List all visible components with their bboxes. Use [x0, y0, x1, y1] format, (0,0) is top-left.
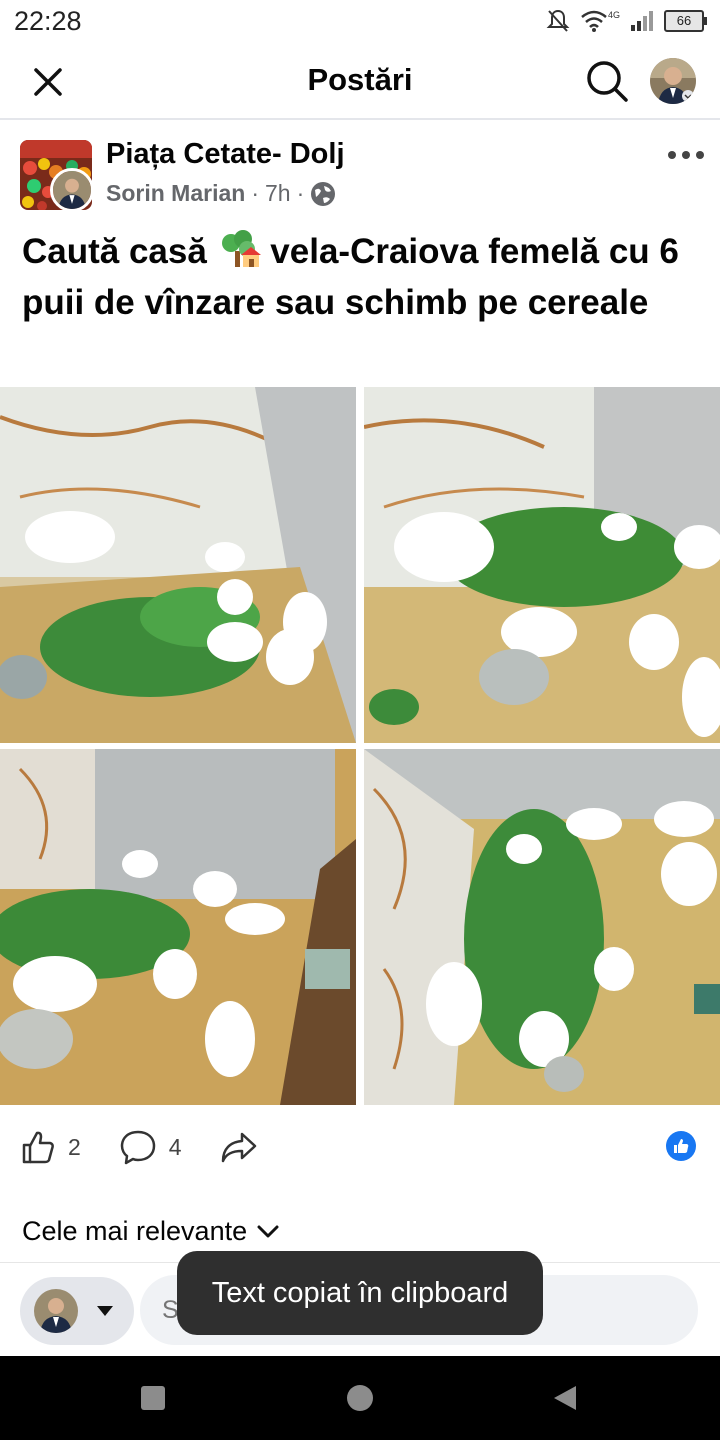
post-text-part1: Caută casă [22, 232, 207, 271]
profile-avatar[interactable] [650, 58, 696, 104]
meta-separator: · [251, 180, 259, 206]
like-count: 2 [68, 1133, 81, 1160]
wifi-icon [581, 10, 607, 32]
mute-icon [546, 9, 570, 32]
like-button[interactable]: 2 [20, 1129, 81, 1165]
avatar [34, 1289, 78, 1333]
sort-label: Cele mai relevante [22, 1216, 248, 1246]
status-time: 22:28 [14, 6, 82, 36]
post-photo-3[interactable] [0, 749, 356, 1105]
battery-icon: 66 [664, 10, 707, 32]
home-button[interactable] [347, 1385, 373, 1411]
status-icons: 4G 66 [546, 8, 707, 34]
comment-icon [120, 1130, 156, 1165]
post-text: Caută casă vela-Craiova femelă cu 6 puii… [22, 226, 708, 328]
comment-button[interactable]: 4 [119, 1129, 182, 1165]
like-icon [22, 1131, 54, 1164]
post-photo-1[interactable] [0, 387, 356, 743]
comments-sort-dropdown[interactable]: Cele mai relevante [22, 1216, 279, 1247]
group-name[interactable]: Piața Cetate- Dolj [106, 138, 345, 171]
comment-as-selector[interactable] [20, 1277, 134, 1345]
post-photo-4[interactable] [364, 749, 720, 1105]
author-name[interactable]: Sorin Marian [106, 180, 245, 207]
network-type: 4G [607, 10, 620, 20]
recents-button[interactable] [141, 1386, 165, 1410]
author-avatar[interactable] [50, 168, 94, 212]
post-photo-2[interactable] [364, 387, 720, 743]
comment-count: 4 [168, 1133, 182, 1160]
battery-level: 66 [676, 13, 692, 28]
chevron-down-icon [257, 1225, 279, 1237]
share-icon [221, 1132, 256, 1163]
caret-down-icon [97, 1306, 113, 1316]
search-icon[interactable] [584, 58, 630, 104]
share-button[interactable] [220, 1130, 258, 1164]
post-actions: 2 4 [20, 1124, 296, 1170]
tree-house-icon [221, 230, 261, 267]
back-icon[interactable] [552, 1384, 578, 1412]
header: Postări [0, 44, 720, 120]
globe-icon [311, 181, 336, 206]
clipboard-toast: Text copiat în clipboard [177, 1251, 543, 1335]
status-bar: 22:28 4G 66 [0, 0, 720, 44]
meta-separator: · [296, 180, 305, 206]
more-options-icon[interactable] [664, 140, 708, 170]
header-divider [0, 118, 720, 120]
post-time[interactable]: 7h [265, 180, 291, 207]
signal-icon [631, 11, 653, 31]
post-meta: Sorin Marian · 7h · [106, 180, 336, 207]
like-reaction-icon[interactable] [666, 1131, 696, 1161]
system-nav-bar [0, 1356, 720, 1440]
